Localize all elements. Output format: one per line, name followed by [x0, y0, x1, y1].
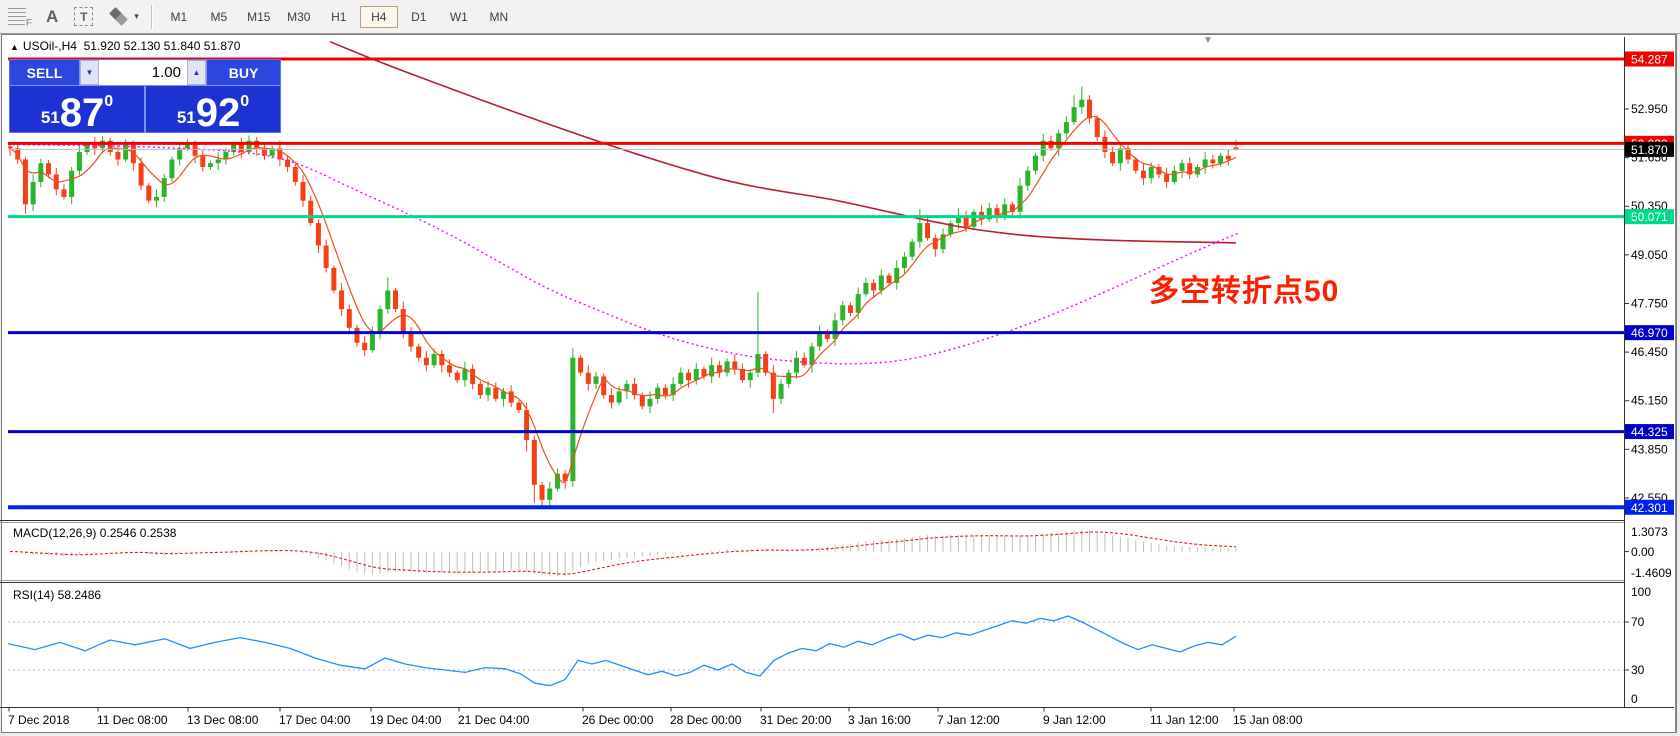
- svg-text:70: 70: [1631, 615, 1645, 629]
- tf-button-h4-active[interactable]: H4: [359, 5, 398, 28]
- price-axis-layer: 52.95051.65050.35049.05047.75046.45045.1…: [1624, 51, 1674, 706]
- sell-button[interactable]: SELL: [10, 60, 80, 85]
- tf-button-h1[interactable]: H1: [320, 6, 358, 28]
- svg-text:28 Dec 00:00: 28 Dec 00:00: [670, 713, 742, 727]
- sell-price-main: 51: [40, 108, 60, 127]
- tf-button-m15[interactable]: M15: [240, 6, 278, 28]
- svg-text:31 Dec 20:00: 31 Dec 20:00: [760, 713, 832, 727]
- tf-button-m5[interactable]: M5: [200, 6, 238, 28]
- rsi-pane-layer: [8, 615, 1624, 687]
- volume-increase-button[interactable]: ▲: [187, 60, 206, 85]
- svg-text:46.450: 46.450: [1631, 345, 1668, 359]
- shapes-icon[interactable]: [109, 6, 129, 26]
- svg-text:47.750: 47.750: [1631, 296, 1668, 310]
- svg-text:19 Dec 04:00: 19 Dec 04:00: [370, 713, 442, 727]
- svg-text:11 Dec 08:00: 11 Dec 08:00: [97, 713, 168, 727]
- collapse-arrow-icon[interactable]: ▲: [10, 42, 19, 52]
- toolbar: F A T ▾ M1 M5 M15 M30 H1 H4 D1 W1 MN: [0, 0, 1680, 34]
- tf-button-w1[interactable]: W1: [440, 6, 478, 28]
- volume-input[interactable]: [99, 60, 187, 85]
- svg-text:17 Dec 04:00: 17 Dec 04:00: [279, 713, 351, 727]
- tf-button-m30[interactable]: M30: [280, 6, 318, 28]
- shift-marker-icon[interactable]: ▼: [1203, 35, 1213, 46]
- svg-text:51.870: 51.870: [1631, 143, 1668, 157]
- chart-text-annotation: 多空转折点50: [1149, 275, 1340, 308]
- svg-text:30: 30: [1631, 663, 1645, 677]
- svg-text:43.850: 43.850: [1631, 442, 1668, 456]
- svg-text:15 Jan 08:00: 15 Jan 08:00: [1233, 713, 1303, 727]
- svg-text:1.3073: 1.3073: [1631, 525, 1668, 539]
- svg-text:52.950: 52.950: [1631, 102, 1668, 116]
- svg-text:100: 100: [1631, 585, 1651, 599]
- tf-button-d1[interactable]: D1: [400, 6, 438, 28]
- macd-signal-line: [9, 531, 1237, 575]
- text-label-icon[interactable]: T: [74, 7, 94, 26]
- rsi-indicator-label: RSI(14) 58.2486: [13, 588, 102, 602]
- sell-price-point: 0: [104, 93, 114, 110]
- svg-text:0.00: 0.00: [1631, 545, 1655, 559]
- svg-text:11 Jan 12:00: 11 Jan 12:00: [1150, 713, 1219, 727]
- buy-price-pips: 92: [195, 91, 241, 136]
- tf-button-mn[interactable]: MN: [480, 6, 518, 28]
- buy-price-main: 51: [176, 108, 196, 127]
- ma-mid-line: [8, 143, 1241, 365]
- volume-decrease-button[interactable]: ▼: [80, 60, 99, 85]
- ohlc-values: 51.920 52.130 51.840 51.870: [83, 39, 241, 53]
- rsi-line: [8, 615, 1237, 687]
- svg-text:21 Dec 04:00: 21 Dec 04:00: [458, 713, 530, 727]
- svg-text:13 Dec 08:00: 13 Dec 08:00: [187, 713, 259, 727]
- svg-text:7 Dec 2018: 7 Dec 2018: [8, 713, 70, 727]
- svg-text:3 Jan 16:00: 3 Jan 16:00: [848, 713, 911, 727]
- svg-text:46.970: 46.970: [1631, 326, 1668, 340]
- svg-text:42.301: 42.301: [1631, 501, 1668, 515]
- svg-text:0: 0: [1631, 692, 1638, 706]
- time-axis-layer: 7 Dec 2018 11 Dec 08:00 13 Dec 08:00 17 Dec…: [8, 707, 1303, 727]
- pane-frame: [0, 34, 1676, 733]
- svg-text:9 Jan 12:00: 9 Jan 12:00: [1043, 713, 1106, 727]
- macd-indicator-label: MACD(12,26,9) 0.2546 0.2538: [13, 526, 177, 540]
- svg-text:44.325: 44.325: [1631, 425, 1668, 439]
- svg-text:26 Dec 00:00: 26 Dec 00:00: [582, 713, 654, 727]
- font-a-icon[interactable]: A: [46, 7, 58, 27]
- one-click-trading-panel: SELL ▼ ▲ BUY 51870 51920: [9, 59, 281, 133]
- symbol-timeframe: USOil-,H4: [22, 39, 77, 53]
- dropdown-caret-icon[interactable]: ▾: [134, 11, 139, 22]
- buy-price-point: 0: [240, 93, 250, 110]
- svg-text:50.071: 50.071: [1631, 210, 1668, 224]
- chart-grid-f-icon[interactable]: F: [8, 7, 32, 29]
- svg-text:54.287: 54.287: [1631, 52, 1668, 66]
- tf-button-m1[interactable]: M1: [160, 6, 198, 28]
- sell-price-box[interactable]: 51 87 0: [10, 86, 146, 133]
- macd-pane-layer: [9, 530, 1237, 577]
- ma-fast-line: [9, 115, 1237, 484]
- svg-text:-1.4609: -1.4609: [1631, 566, 1672, 580]
- sell-price-pips: 87: [59, 91, 105, 136]
- chart-title: ▲ USOil-,H4 51.920 52.130 51.840 51.870: [10, 39, 240, 53]
- svg-text:45.150: 45.150: [1631, 394, 1668, 408]
- mt4-application: F A T ▾ M1 M5 M15 M30 H1 H4 D1 W1 MN 52.…: [0, 0, 1680, 736]
- buy-price-box[interactable]: 51 92 0: [146, 86, 280, 133]
- svg-text:49.050: 49.050: [1631, 248, 1668, 262]
- svg-text:7 Jan 12:00: 7 Jan 12:00: [937, 713, 1000, 727]
- buy-button[interactable]: BUY: [206, 60, 280, 85]
- toolbar-separator: [150, 4, 153, 29]
